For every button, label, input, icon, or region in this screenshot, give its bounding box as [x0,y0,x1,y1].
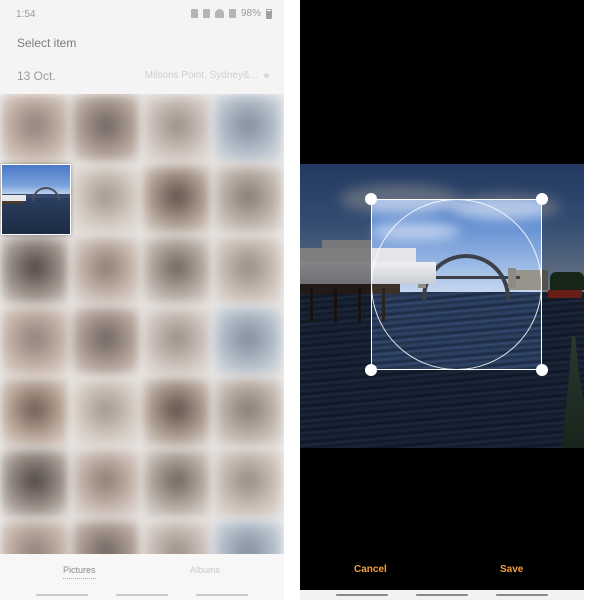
gallery-screen: 1:54 98% Select item 13 Oct. Milsons Poi… [0,0,284,600]
wifi-icon [214,9,224,18]
nav-recents-handle[interactable] [196,594,248,596]
crop-mask-bottom [300,370,584,448]
photo-thumbnail[interactable] [71,94,141,164]
status-time: 1:54 [16,9,36,20]
photo-thumbnail[interactable] [142,449,212,519]
photo-thumbnail[interactable] [71,236,141,306]
photo-thumbnail[interactable] [142,165,212,235]
photo-thumbnail[interactable] [213,520,283,554]
photo-thumbnail[interactable] [142,520,212,554]
nav-home-handle[interactable] [416,594,468,596]
bluetooth-icon [190,9,198,18]
photo-thumbnail[interactable] [71,378,141,448]
cancel-button[interactable]: Cancel [354,564,387,575]
mute-icon [202,9,210,18]
screenshot-pair: 1:54 98% Select item 13 Oct. Milsons Poi… [0,0,595,600]
status-bar: 1:54 98% [0,0,284,28]
photo-thumbnail[interactable] [142,307,212,377]
photo-thumbnail[interactable] [213,307,283,377]
nav-recents-handle[interactable] [496,594,548,596]
photo-thumbnail[interactable] [142,378,212,448]
system-nav-bar [300,590,584,600]
photo-thumbnail[interactable] [0,378,70,448]
photo-thumbnail[interactable] [213,94,283,164]
nav-back-handle[interactable] [336,594,388,596]
tab-pictures[interactable]: Pictures [63,565,96,575]
battery-icon [266,8,272,19]
crop-handle-bottom-right[interactable] [536,364,548,376]
nav-back-handle[interactable] [36,594,88,596]
photo-thumbnail[interactable] [71,520,141,554]
photo-thumbnail[interactable] [71,165,141,235]
photo-thumbnail[interactable] [0,449,70,519]
photo-thumbnail[interactable] [213,165,283,235]
tab-pictures-indicator [63,578,96,579]
photo-thumbnail[interactable] [0,307,70,377]
photo-thumbnail[interactable] [0,520,70,554]
photo-thumbnail[interactable] [71,307,141,377]
photo-thumbnail[interactable] [213,236,283,306]
photo-thumbnail[interactable] [71,449,141,519]
page-title: Select item [17,36,77,50]
tab-albums[interactable]: Albums [190,565,220,575]
system-nav-bar [0,590,284,600]
crop-mask-right [542,199,584,370]
crop-frame[interactable] [371,199,542,370]
photo-thumbnail[interactable] [0,236,70,306]
photo-grid [0,94,284,554]
crop-handle-top-right[interactable] [536,193,548,205]
crop-screen: Cancel Save [300,0,584,600]
crop-action-bar: Cancel Save [300,556,584,586]
photo-thumbnail[interactable] [142,236,212,306]
location-pin-icon [264,73,269,78]
selected-photo-thumbnail[interactable] [1,164,71,235]
date-header: 13 Oct. Milsons Point, Sydney&... [0,62,284,88]
photo-thumbnail[interactable] [0,94,70,164]
photo-thumbnail[interactable] [213,378,283,448]
crop-photo [300,164,584,448]
location-label: Milsons Point, Sydney&... [144,70,258,81]
crop-handle-top-left[interactable] [365,193,377,205]
photo-thumbnail[interactable] [142,94,212,164]
crop-mask-left [300,199,371,370]
photo-thumbnail[interactable] [213,449,283,519]
nav-home-handle[interactable] [116,594,168,596]
save-button[interactable]: Save [500,564,523,575]
battery-percent: 98% [240,8,261,19]
signal-icon [228,9,236,18]
crop-handle-bottom-left[interactable] [365,364,377,376]
date-label: 13 Oct. [17,69,56,83]
thumbnail-pier [2,201,24,204]
status-icons: 98% [190,8,272,19]
